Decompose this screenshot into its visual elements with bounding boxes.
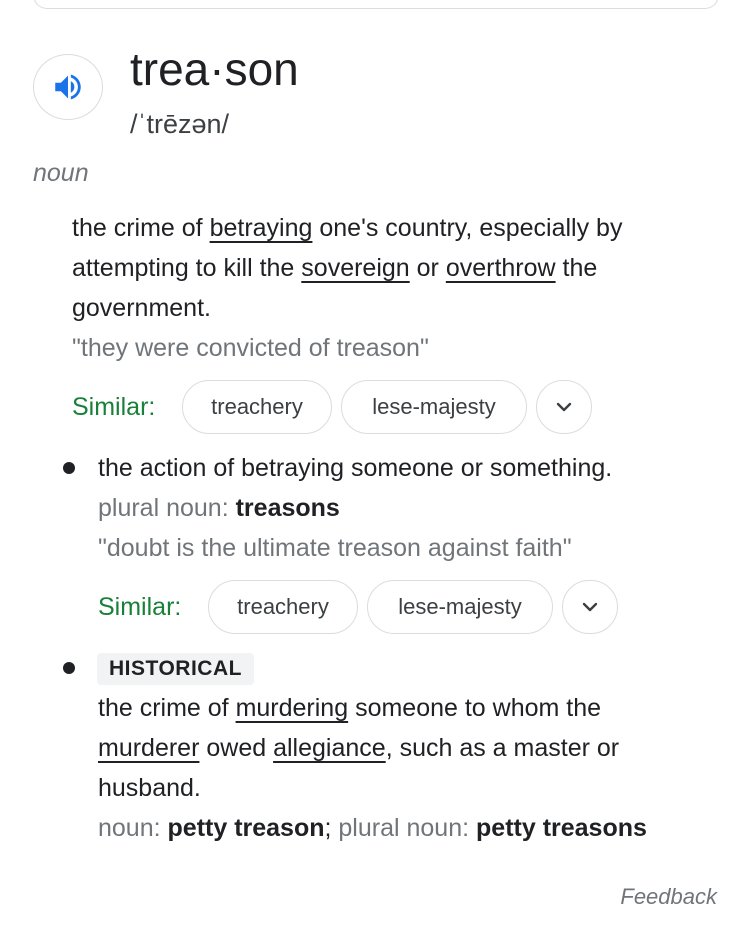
sense3-definition-line1: the crime of murdering someone to whom t… [98, 694, 602, 722]
sense2-example: "doubt is the ultimate treason against f… [98, 534, 572, 562]
sense1-similar-chip-treachery[interactable]: treachery [182, 380, 332, 434]
pronunciation-audio-button[interactable] [33, 54, 103, 120]
link-murdering[interactable]: murdering [236, 694, 349, 722]
feedback-link[interactable]: Feedback [620, 882, 717, 912]
sense3-forms: noun: petty treason; plural noun: petty … [98, 814, 647, 842]
chevron-down-icon [582, 602, 598, 612]
sense1-definition-line3: government. [72, 294, 211, 322]
sense2-definition: the action of betraying someone or somet… [98, 454, 613, 482]
sense3-bullet [63, 662, 75, 674]
speaker-icon [55, 74, 81, 100]
plural-form: petty treasons [476, 814, 647, 842]
sense2-similar-chip-treachery[interactable]: treachery [208, 580, 358, 634]
phonetic-spelling: /ˈtrēzən/ [130, 109, 230, 139]
sense2-similar-chip-lese-majesty[interactable]: lese-majesty [367, 580, 553, 634]
sense3-definition-line2: murderer owed allegiance, such as a mast… [98, 734, 620, 762]
sense2-plural: plural noun: treasons [98, 494, 340, 522]
sense1-definition-line2: attempting to kill the sovereign or over… [72, 254, 598, 282]
link-allegiance[interactable]: allegiance [273, 734, 386, 762]
sense1-definition-line1: the crime of betraying one's country, es… [72, 214, 623, 242]
part-of-speech: noun [33, 159, 89, 187]
sense2-similar-label: Similar: [98, 593, 182, 621]
sense2-similar-expand-button[interactable] [562, 580, 618, 634]
sense1-similar-chip-lese-majesty[interactable]: lese-majesty [341, 380, 527, 434]
sense1-similar-label: Similar: [72, 393, 156, 421]
previous-card-edge [33, 0, 719, 9]
plural-form: treasons [235, 494, 340, 522]
sense1-example: "they were convicted of treason" [72, 334, 429, 362]
sense3-definition-line3: husband. [98, 774, 201, 802]
link-murderer[interactable]: murderer [98, 734, 199, 762]
chevron-down-icon [556, 402, 572, 412]
link-overthrow[interactable]: overthrow [446, 254, 556, 282]
link-sovereign[interactable]: sovereign [301, 254, 409, 282]
noun-form: petty treason [167, 814, 325, 842]
sense2-bullet [63, 462, 75, 474]
sense1-similar-expand-button[interactable] [536, 380, 592, 434]
link-betraying[interactable]: betraying [210, 214, 313, 242]
register-tag: HISTORICAL [97, 653, 254, 685]
headword: trea·son [130, 43, 299, 95]
